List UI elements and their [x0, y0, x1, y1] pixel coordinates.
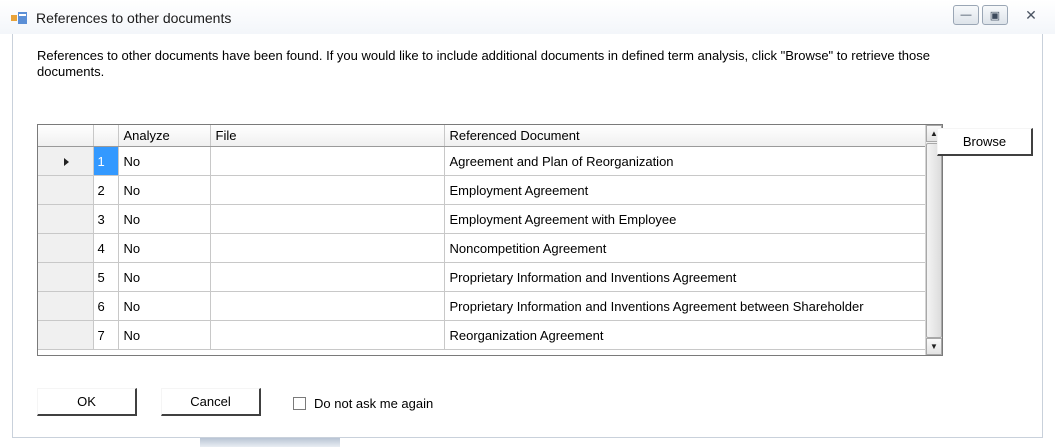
table-row[interactable]: 3 No Employment Agreement with Employee: [38, 204, 927, 234]
referenced-document-cell[interactable]: Reorganization Agreement: [444, 320, 927, 350]
row-number-cell: 4: [93, 233, 119, 263]
file-cell[interactable]: [210, 291, 445, 321]
do-not-ask-checkbox[interactable]: [293, 397, 306, 410]
row-number-cell: 5: [93, 262, 119, 292]
maximize-button[interactable]: ▣: [982, 5, 1008, 25]
maximize-icon: ▣: [989, 9, 1001, 22]
scroll-down-icon: ▼: [930, 342, 938, 351]
taskbar-edge: [200, 438, 340, 447]
analyze-cell[interactable]: No: [118, 291, 211, 321]
file-cell[interactable]: [210, 175, 445, 205]
close-icon: ✕: [1025, 6, 1037, 23]
table-row[interactable]: 7 No Reorganization Agreement: [38, 320, 927, 350]
grid-vertical-scrollbar[interactable]: ▲ ▼: [925, 125, 942, 355]
table-row[interactable]: 2 No Employment Agreement: [38, 175, 927, 205]
referenced-document-cell[interactable]: Proprietary Information and Inventions A…: [444, 262, 927, 292]
ok-button[interactable]: OK: [37, 388, 137, 416]
file-cell[interactable]: [210, 262, 445, 292]
column-header-number: [93, 125, 119, 147]
cancel-button[interactable]: Cancel: [161, 388, 261, 416]
analyze-cell[interactable]: No: [118, 320, 211, 350]
row-selector[interactable]: [38, 204, 94, 234]
file-cell[interactable]: [210, 204, 445, 234]
do-not-ask-label: Do not ask me again: [314, 396, 434, 411]
file-cell[interactable]: [210, 146, 445, 176]
analyze-cell[interactable]: No: [118, 175, 211, 205]
file-cell[interactable]: [210, 320, 445, 350]
referenced-document-cell[interactable]: Noncompetition Agreement: [444, 233, 927, 263]
table-row[interactable]: 6 No Proprietary Information and Invention…: [38, 291, 927, 321]
row-selector[interactable]: [38, 320, 94, 350]
row-number-cell: 3: [93, 204, 119, 234]
row-selector[interactable]: [38, 175, 94, 205]
column-header-analyze[interactable]: Analyze: [118, 125, 211, 147]
analyze-cell[interactable]: No: [118, 262, 211, 292]
row-number-cell: 6: [93, 291, 119, 321]
browse-button[interactable]: Browse: [937, 128, 1033, 156]
info-message: References to other documents have been …: [37, 48, 931, 79]
row-selector[interactable]: [38, 233, 94, 263]
title-bar: References to other documents ― ▣ ✕: [0, 0, 1055, 34]
file-cell[interactable]: [210, 233, 445, 263]
table-row[interactable]: 1 No Agreement and Plan of Reorganization: [38, 146, 927, 176]
scroll-thumb[interactable]: [926, 143, 942, 338]
column-header-referenced-document[interactable]: Referenced Document: [444, 125, 927, 147]
analyze-cell[interactable]: No: [118, 233, 211, 263]
form-icon: [11, 12, 27, 24]
references-table: Analyze File Referenced Document 1 No Agre…: [38, 125, 927, 350]
scroll-down-button[interactable]: ▼: [926, 338, 942, 355]
do-not-ask-option[interactable]: Do not ask me again: [293, 396, 433, 411]
row-number-cell: 2: [93, 175, 119, 205]
column-header-file[interactable]: File: [210, 125, 445, 147]
table-row[interactable]: 5 No Proprietary Information and Invention…: [38, 262, 927, 292]
minimize-icon: ―: [960, 9, 972, 21]
table-row[interactable]: 4 No Noncompetition Agreement: [38, 233, 927, 263]
minimize-button[interactable]: ―: [953, 5, 979, 25]
referenced-document-cell[interactable]: Employment Agreement: [444, 175, 927, 205]
row-selector[interactable]: [38, 262, 94, 292]
close-button[interactable]: ✕: [1018, 5, 1044, 25]
current-row-arrow-icon: [63, 157, 69, 166]
grid-header: Analyze File Referenced Document: [38, 125, 927, 147]
referenced-document-cell[interactable]: Proprietary Information and Inventions A…: [444, 291, 927, 321]
analyze-cell[interactable]: No: [118, 146, 211, 176]
window-title: References to other documents: [36, 10, 232, 26]
row-number-cell: 7: [93, 320, 119, 350]
column-header-selector: [38, 125, 94, 147]
row-selector[interactable]: [38, 291, 94, 321]
row-selector[interactable]: [38, 146, 94, 176]
grid-body: 1 No Agreement and Plan of Reorganization 2…: [38, 146, 927, 350]
analyze-cell[interactable]: No: [118, 204, 211, 234]
references-grid[interactable]: Analyze File Referenced Document 1 No Agre…: [37, 124, 943, 356]
row-number-cell: 1: [93, 146, 119, 176]
referenced-document-cell[interactable]: Agreement and Plan of Reorganization: [444, 146, 927, 176]
dialog-body: References to other documents have been …: [12, 34, 1043, 438]
referenced-document-cell[interactable]: Employment Agreement with Employee: [444, 204, 927, 234]
